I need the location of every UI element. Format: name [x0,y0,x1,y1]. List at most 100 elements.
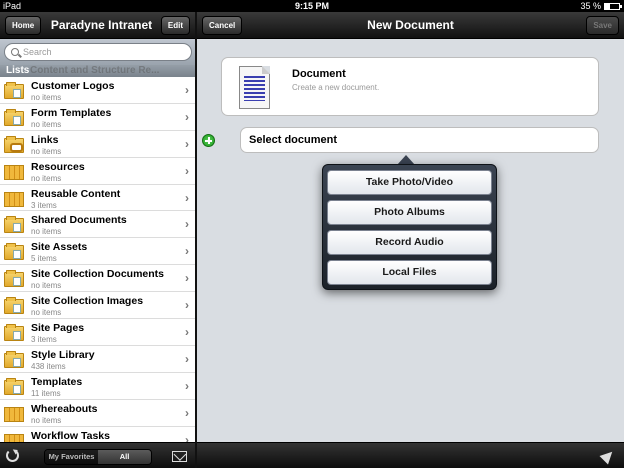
list-item-name: Customer Logos [31,80,115,92]
search-input[interactable]: Search [4,43,192,61]
search-bar: Search [0,39,195,65]
add-icon[interactable] [202,134,215,147]
scope-segmented-control: My Favorites All [44,449,152,465]
list-item[interactable]: Whereabouts no items › [0,399,195,427]
select-document-field[interactable]: Select document [240,127,599,153]
list-item-name: Shared Documents [31,214,127,227]
document-folder-icon [4,377,24,395]
list-item-count: no items [31,93,62,102]
list-item-count: 3 items [31,200,57,210]
chevron-right-icon: › [185,136,189,151]
status-bar: iPad 9:15 PM 35 % [0,0,624,12]
list-item-count: no items [31,308,62,318]
chevron-right-icon: › [185,405,189,420]
list-item-name: Whereabouts [31,402,98,415]
master-pane: Home Paradyne Intranet Edit Search Lists… [0,12,195,468]
battery-icon [604,2,622,10]
list-item[interactable]: Shared Documents no items › [0,211,195,239]
segment-all[interactable]: All [98,450,151,464]
chevron-right-icon: › [185,163,189,178]
battery-indicator: 35 % [580,0,622,12]
chevron-right-icon: › [185,190,189,205]
home-button[interactable]: Home [5,16,42,35]
lists-list: Customer Logos no items › Form Templates no … [0,77,195,454]
list-item-count: no items [31,173,62,183]
document-folder-icon [4,270,24,288]
refresh-icon[interactable] [6,449,19,462]
search-icon [11,48,19,56]
clock: 9:15 PM [294,1,329,11]
list-item[interactable]: Reusable Content 3 items › [0,184,195,212]
list-item-count: no items [31,119,62,129]
list-item[interactable]: Style Library 438 items › [0,345,195,373]
detail-toolbar [197,442,624,468]
chevron-right-icon: › [185,325,189,340]
list-item[interactable]: Site Assets 5 items › [0,238,195,266]
document-folder-icon [4,216,24,234]
list-item-count: no items [31,227,62,237]
list-item[interactable]: Resources no items › [0,157,195,185]
document-type-title: Document [292,68,346,80]
document-type-card[interactable]: Document Create a new document. [221,57,599,116]
list-item-count: 11 items [31,388,61,398]
chevron-right-icon: › [185,109,189,124]
list-item-clipped[interactable]: Content and Structure Re... [30,65,159,76]
document-folder-icon [4,108,24,126]
document-icon [239,66,270,109]
mail-icon[interactable] [172,451,187,462]
document-type-subtitle: Create a new document. [292,83,380,92]
list-item-name: Site Collection Images [31,295,144,308]
list-item-name: Site Assets [31,241,88,254]
list-folder-icon [4,164,24,180]
chevron-right-icon: › [185,83,189,97]
photo-albums-button[interactable]: Photo Albums [327,200,492,225]
list-item-name: Site Pages [31,322,85,335]
list-folder-icon [4,191,24,207]
local-files-button[interactable]: Local Files [327,260,492,285]
list-item-name: Templates [31,375,83,388]
chevron-right-icon: › [185,217,189,232]
list-folder-icon [4,406,24,422]
chevron-right-icon: › [185,351,189,366]
list-item-count: 438 items [31,361,66,371]
list-item-name: Links [31,133,59,146]
link-folder-icon [4,135,24,153]
document-folder-icon [4,243,24,261]
search-placeholder: Search [23,47,52,57]
document-folder-icon [4,82,24,99]
document-folder-icon [4,324,24,342]
list-item-name: Resources [31,160,85,173]
list-item-name: Site Collection Documents [31,268,165,281]
list-item[interactable]: Site Pages 3 items › [0,319,195,346]
list-item-name: Form Templates [31,106,112,119]
list-item[interactable]: Customer Logos no items › [0,77,195,104]
source-popover: Take Photo/Video Photo Albums Record Aud… [322,164,497,290]
list-item[interactable]: Site Collection Documents no items › [0,265,195,293]
record-audio-button[interactable]: Record Audio [327,230,492,255]
list-item-count: 5 items [31,254,57,264]
edit-button[interactable]: Edit [160,16,190,35]
chevron-right-icon: › [185,378,189,393]
list-item-name: Reusable Content [31,187,121,200]
chevron-right-icon: › [185,244,189,259]
chevron-right-icon: › [185,271,189,286]
detail-pane: Cancel New Document Save Document Create… [197,12,624,468]
select-document-label: Select document [249,134,338,146]
list-item-name: Style Library [31,348,95,361]
list-item[interactable]: Links no items › [0,130,195,158]
page-title: New Document [367,18,454,32]
list-item-count: no items [31,415,62,425]
save-button[interactable]: Save [586,16,619,35]
list-item[interactable]: Templates 11 items › [0,372,195,400]
list-item-count: 3 items [31,335,57,345]
site-title: Paradyne Intranet [50,18,153,32]
location-arrow-icon[interactable] [599,447,617,465]
battery-percent: 35 % [580,1,601,11]
master-toolbar: My Favorites All [0,442,195,468]
list-item[interactable]: Site Collection Images no items › [0,292,195,320]
list-item[interactable]: Form Templates no items › [0,103,195,131]
take-photo-video-button[interactable]: Take Photo/Video [327,170,492,195]
list-item-name: Workflow Tasks [31,429,110,442]
segment-my-favorites[interactable]: My Favorites [45,450,98,464]
document-folder-icon [4,297,24,315]
